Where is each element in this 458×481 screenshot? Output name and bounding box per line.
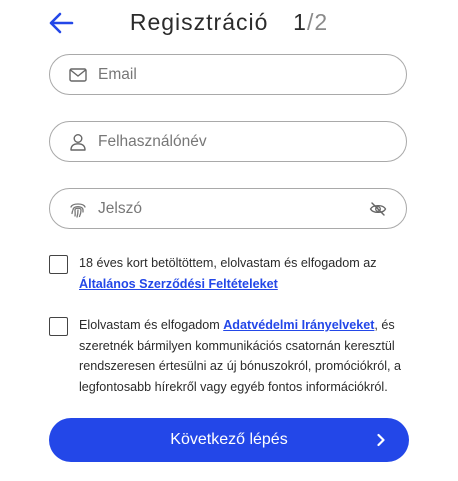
page-title: Regisztráció 1/2 — [0, 9, 458, 36]
header: Regisztráció 1/2 — [0, 0, 458, 46]
step-total: 2 — [314, 9, 329, 35]
title-text: Regisztráció — [129, 9, 269, 35]
password-field[interactable] — [49, 188, 407, 229]
username-field[interactable] — [49, 121, 407, 162]
privacy-label-before: Elolvastam és elfogadom — [79, 318, 220, 332]
terms-text: 18 éves kort betöltöttem, elolvastam és … — [79, 253, 414, 294]
terms-checkbox[interactable] — [49, 255, 68, 274]
username-input[interactable] — [98, 126, 406, 157]
fingerprint-icon — [68, 199, 88, 219]
next-step-button[interactable]: Következő lépés — [49, 418, 409, 462]
email-input[interactable] — [98, 59, 406, 90]
privacy-consent: Elolvastam és elfogadom Adatvédelmi Irán… — [49, 315, 419, 397]
envelope-icon — [68, 65, 88, 85]
terms-label: 18 éves kort betöltöttem, elolvastam és … — [79, 256, 377, 270]
eye-off-icon[interactable] — [368, 199, 388, 219]
email-field[interactable] — [49, 54, 407, 95]
privacy-checkbox[interactable] — [49, 317, 68, 336]
password-input[interactable] — [98, 193, 368, 224]
next-step-label: Következő lépés — [170, 431, 288, 448]
step-current: 1 — [293, 9, 307, 35]
privacy-text: Elolvastam és elfogadom Adatvédelmi Irán… — [79, 315, 414, 397]
privacy-link[interactable]: Adatvédelmi Irányelveket — [223, 318, 374, 332]
chevron-right-icon — [371, 430, 391, 450]
terms-link[interactable]: Általános Szerződési Feltételeket — [79, 277, 278, 291]
terms-consent: 18 éves kort betöltöttem, elolvastam és … — [49, 253, 419, 294]
user-icon — [68, 132, 88, 152]
